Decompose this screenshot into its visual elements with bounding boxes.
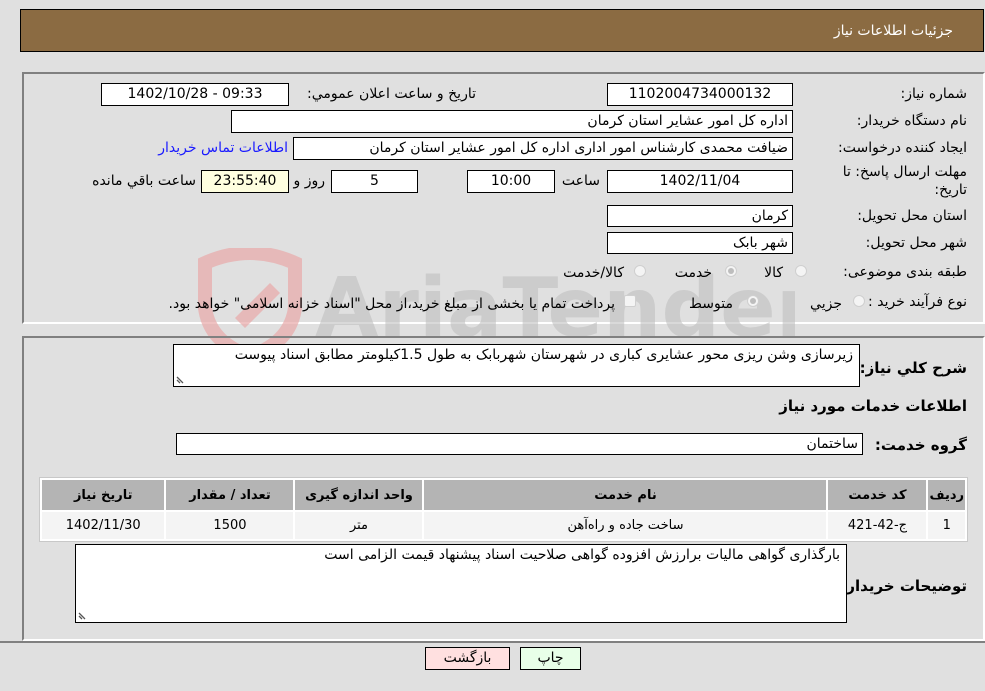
description-textarea[interactable]: زیرسازی وشن ریزی محور عشایری کباری در شه… xyxy=(173,344,860,387)
buyer-contact-link[interactable]: اطلاعات تماس خریدار xyxy=(158,140,288,156)
category-option-goods-service: کالا/خدمت xyxy=(563,265,624,281)
services-heading: اطلاعات خدمات مورد نیاز xyxy=(779,397,967,415)
requester-label: ایجاد کننده درخواست: xyxy=(838,140,967,156)
buyer-org-field: اداره کل امور عشایر استان کرمان xyxy=(231,110,793,133)
treasury-checkbox[interactable] xyxy=(624,295,636,307)
announce-label: تاریخ و ساعت اعلان عمومي: xyxy=(307,86,476,102)
col-service-name: نام خدمت xyxy=(424,480,827,510)
description-label: شرح کلي نیاز: xyxy=(859,359,967,377)
deadline-label-2: تاریخ: xyxy=(934,182,967,198)
category-radio-goods-service[interactable] xyxy=(634,265,646,277)
category-option-goods: کالا xyxy=(764,265,783,281)
deadline-time-label: ساعت xyxy=(561,173,600,189)
requester-field: ضیافت محمدی کارشناس امور اداری اداره کل … xyxy=(293,137,793,160)
remaining-label: ساعت باقي مانده xyxy=(92,173,196,189)
province-field: کرمان xyxy=(607,205,793,227)
need-number-label: شماره نیاز: xyxy=(900,86,968,102)
treasury-checkbox-label: پرداخت تمام یا بخشی از مبلغ خرید،از محل … xyxy=(168,296,615,312)
footer-separator xyxy=(0,641,985,643)
days-field: 5 xyxy=(331,170,418,193)
resize-grip-icon[interactable] xyxy=(78,610,88,620)
process-radio-medium[interactable] xyxy=(747,295,759,307)
service-group-label: گروه خدمت: xyxy=(874,436,967,454)
services-table: ردیف کد خدمت نام خدمت واحد اندازه گیری ت… xyxy=(39,477,968,542)
city-field: شهر بابک xyxy=(607,232,793,254)
page-title: جزئیات اطلاعات نیاز xyxy=(833,23,953,39)
description-text: زیرسازی وشن ریزی محور عشایری کباری در شه… xyxy=(234,347,853,363)
buyer-notes-textarea[interactable]: بارگذاری گواهی مالیات برارزش افزوده گواه… xyxy=(75,544,847,623)
days-label: روز و xyxy=(293,173,326,189)
cell-unit: متر xyxy=(295,512,423,539)
buyer-notes-text: بارگذاری گواهی مالیات برارزش افزوده گواه… xyxy=(324,547,840,563)
cell-service-code: ج-42-421 xyxy=(828,512,927,539)
col-need-date: تاریخ نیاز xyxy=(42,480,165,510)
category-radio-service[interactable] xyxy=(725,265,737,277)
col-unit: واحد اندازه گیری xyxy=(295,480,423,510)
category-option-service: خدمت xyxy=(674,265,712,281)
service-group-field: ساختمان xyxy=(176,433,863,455)
buyer-notes-label: توضیحات خریدار: xyxy=(840,577,967,595)
table-header-row: ردیف کد خدمت نام خدمت واحد اندازه گیری ت… xyxy=(42,480,965,510)
process-label: نوع فرآیند خرید : xyxy=(868,294,967,310)
col-row-number: ردیف xyxy=(928,480,965,510)
deadline-label: مهلت ارسال پاسخ: تا xyxy=(842,164,967,180)
cell-row-number: 1 xyxy=(928,512,965,539)
col-service-code: کد خدمت xyxy=(828,480,927,510)
deadline-time-field: 10:00 xyxy=(467,170,555,193)
category-radio-goods[interactable] xyxy=(795,265,807,277)
need-number-field: 1102004734000132 xyxy=(607,83,793,106)
resize-grip-icon[interactable] xyxy=(176,374,186,384)
process-option-medium: متوسط xyxy=(689,296,733,312)
print-button[interactable]: چاپ xyxy=(520,647,581,670)
province-label: استان محل تحویل: xyxy=(857,208,967,224)
city-label: شهر محل تحویل: xyxy=(865,235,967,251)
announce-datetime-field: 1402/10/28 - 09:33 xyxy=(101,83,289,106)
col-quantity: تعداد / مقدار xyxy=(166,480,294,510)
page-header: جزئیات اطلاعات نیاز xyxy=(20,9,984,52)
table-row: 1 ج-42-421 ساخت جاده و راه‌آهن متر 1500 … xyxy=(42,512,965,539)
buyer-org-label: نام دستگاه خریدار: xyxy=(856,113,967,129)
cell-service-name: ساخت جاده و راه‌آهن xyxy=(424,512,827,539)
process-option-minor: جزيي xyxy=(810,296,842,312)
cell-quantity: 1500 xyxy=(166,512,294,539)
remaining-time-field: 23:55:40 xyxy=(201,170,289,193)
cell-need-date: 1402/11/30 xyxy=(42,512,165,539)
back-button[interactable]: بازگشت xyxy=(425,647,510,670)
category-label: طبقه بندی موضوعی: xyxy=(843,264,967,280)
deadline-date-field: 1402/11/04 xyxy=(607,170,793,193)
process-radio-minor[interactable] xyxy=(853,295,865,307)
